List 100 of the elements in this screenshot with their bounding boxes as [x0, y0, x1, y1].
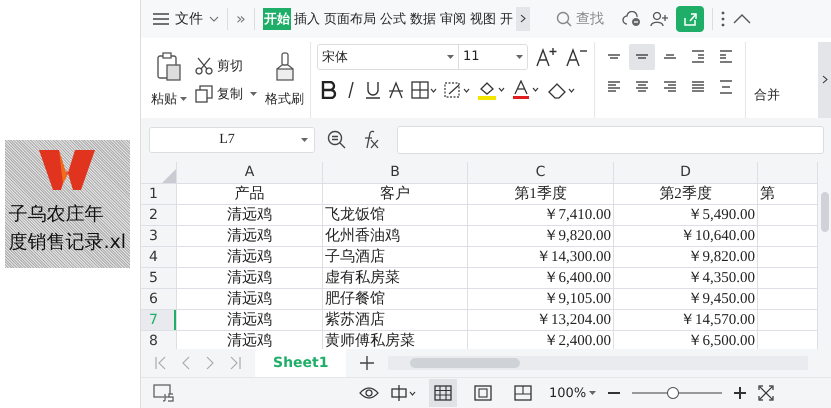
merge-button[interactable]: 合并 [754, 86, 780, 104]
chevron-down-icon [209, 16, 219, 22]
ribbon-tab[interactable]: 插入 [292, 8, 321, 30]
eraser-icon[interactable] [547, 80, 575, 99]
column-header[interactable]: A [177, 162, 323, 184]
lines-icon [662, 81, 678, 92]
table-cell: 子乌酒店 [323, 246, 468, 268]
lines-icon [606, 81, 622, 92]
zoom-out-icon[interactable] [608, 391, 620, 396]
zoom-dropdown[interactable]: 100% [549, 386, 596, 401]
table-cell: 虚有私房菜 [323, 268, 468, 289]
file-menu[interactable]: 文件 [153, 10, 219, 28]
copy-icon [195, 84, 213, 103]
cut-button[interactable]: 剪切 [195, 56, 257, 75]
share-button[interactable] [676, 6, 704, 32]
cell-format-icon[interactable] [444, 80, 470, 99]
table-cell: 第1季度 [468, 184, 614, 205]
table-cell: 清远鸡 [177, 288, 323, 310]
table-cell: ￥9,105.00 [468, 288, 614, 310]
zoom-search-icon[interactable] [327, 130, 347, 150]
alignment-button[interactable] [629, 44, 655, 70]
table-cell: ￥5,490.00 [614, 204, 758, 226]
table-cell: 产品 [177, 184, 323, 205]
strikethrough-icon[interactable] [388, 80, 404, 99]
eye-icon[interactable] [359, 386, 379, 400]
add-user-icon[interactable] [650, 10, 668, 27]
table-cell: 化州香油鸡 [323, 226, 468, 247]
macro-js-icon[interactable] [153, 384, 175, 402]
view-button[interactable] [429, 379, 457, 408]
font-color-icon[interactable] [512, 80, 540, 100]
format-painter-button[interactable]: 格式刷 [265, 52, 304, 108]
column-header[interactable]: B [323, 162, 468, 184]
font-size-dropdown[interactable]: 11 [459, 44, 527, 69]
name-box[interactable]: L7 [149, 126, 315, 153]
ribbon-tab[interactable]: 视图 [468, 8, 497, 30]
ribbon-tab[interactable]: 开 [498, 8, 514, 30]
border-icon[interactable] [411, 80, 437, 99]
cloud-icon[interactable] [622, 10, 642, 27]
underline-icon[interactable] [365, 80, 381, 99]
horizontal-scrollbar[interactable] [388, 356, 808, 370]
table-cell: 飞龙饭馆 [323, 204, 468, 226]
table-cell: ￥6,500.00 [614, 330, 758, 350]
table-cell: 清远鸡 [177, 226, 323, 247]
row-header[interactable]: 2 [141, 204, 177, 226]
font-name-dropdown[interactable]: 宋体 [318, 44, 459, 69]
row-header[interactable]: 5 [141, 268, 177, 289]
table-cell: 清远鸡 [177, 268, 323, 289]
lines-icon [634, 81, 650, 92]
lines-icon [606, 54, 622, 60]
paste-button[interactable]: 粘贴 [151, 52, 187, 108]
more-options-icon[interactable] [720, 10, 725, 27]
table-cell: 清远鸡 [177, 204, 323, 226]
formula-input[interactable] [397, 126, 824, 154]
table-cell: ￥4,350.00 [614, 268, 758, 289]
caret-icon [447, 54, 454, 59]
table-cell: 紫苏酒店 [323, 310, 468, 331]
table-cell: ￥14,300.00 [468, 246, 614, 268]
row-header[interactable]: 1 [141, 184, 177, 205]
table-cell: ￥9,820.00 [614, 246, 758, 268]
menu-icon [153, 12, 169, 25]
column-header[interactable]: C [468, 162, 614, 184]
lines-icon [634, 54, 650, 60]
crosshair-icon[interactable] [391, 385, 417, 402]
add-sheet-icon[interactable] [360, 356, 374, 370]
decrease-font-icon[interactable] [566, 46, 588, 67]
row-header[interactable]: 6 [141, 288, 177, 310]
table-cell: ￥14,570.00 [614, 310, 758, 331]
table-cell: ￥7,410.00 [468, 204, 614, 226]
chevron-right-icon [822, 75, 828, 84]
tab-scroll-button[interactable] [516, 6, 530, 31]
table-cell: ￥9,450.00 [614, 288, 758, 310]
table-cell: 清远鸡 [177, 246, 323, 268]
zoom-in-icon[interactable] [734, 387, 746, 400]
collapse-icon[interactable] [732, 14, 751, 24]
row-header[interactable]: 3 [141, 226, 177, 247]
bold-icon[interactable] [321, 80, 337, 99]
clipboard-icon [156, 52, 182, 82]
fill-color-icon[interactable] [477, 80, 505, 100]
share-icon [682, 10, 698, 27]
increase-font-icon[interactable] [536, 46, 558, 67]
file-name: 度销售记录.xl [8, 230, 126, 255]
fullscreen-icon[interactable] [758, 385, 774, 402]
column-header[interactable]: D [614, 162, 758, 184]
layout-icon [474, 385, 492, 402]
table-cell: 肥仔餐馆 [323, 288, 468, 310]
ribbon-tab[interactable]: 审阅 [438, 8, 467, 30]
row-header[interactable]: 8 [141, 330, 177, 350]
ribbon-tab[interactable]: 数据 [408, 8, 437, 30]
grid-icon [434, 385, 452, 402]
table-cell: 第2季度 [614, 184, 758, 205]
file-icon-tile[interactable]: 子乌农庄年 度销售记录.xl [4, 140, 130, 268]
ribbon-tab[interactable]: 公式 [378, 8, 407, 30]
caret-icon [180, 96, 187, 101]
copy-button[interactable]: 复制 [195, 84, 257, 103]
caret-icon [250, 92, 257, 96]
lines-icon [718, 50, 734, 64]
lines-icon [690, 81, 706, 92]
ribbon-tab[interactable]: 页面布局 [322, 8, 377, 30]
row-header[interactable]: 4 [141, 246, 177, 268]
more-button[interactable]: » [236, 9, 246, 28]
